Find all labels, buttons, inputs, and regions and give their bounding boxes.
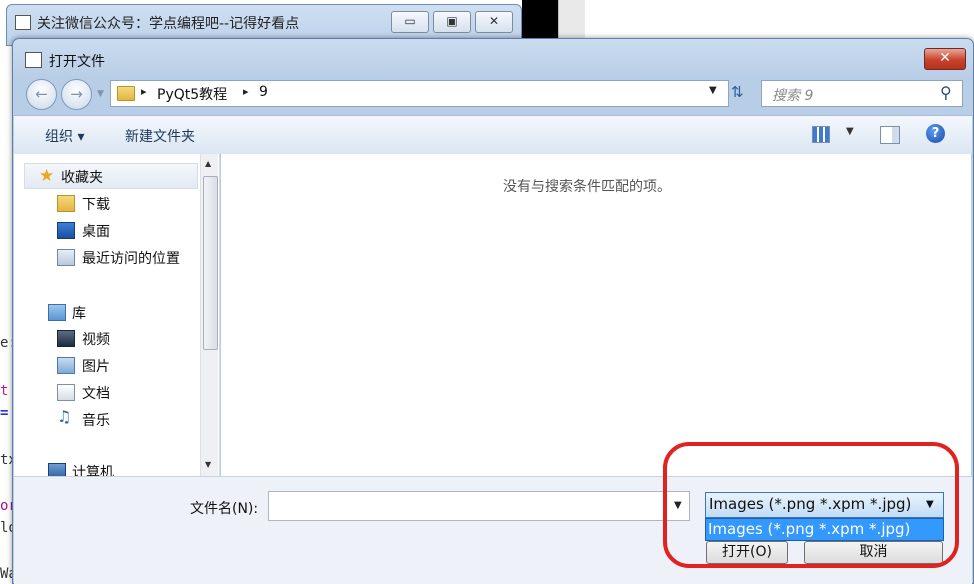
- background-gray-area: [558, 0, 585, 40]
- organize-menu-button[interactable]: 组织 ▾: [45, 126, 84, 146]
- nav-item-desktop[interactable]: 桌面: [57, 218, 247, 242]
- scroll-up-icon[interactable]: ▲: [205, 159, 211, 168]
- nav-label: 桌面: [82, 224, 110, 240]
- navigation-pane: ★ 收藏夹 下载 桌面 最近访问的位置 库 视频 图片 文档 ♫ 音乐 计算机 …: [14, 154, 220, 476]
- back-button[interactable]: ←: [26, 79, 57, 110]
- breadcrumb-pyqt5[interactable]: PyQt5教程: [157, 84, 227, 104]
- code-fragment: t: [0, 383, 9, 399]
- new-folder-button[interactable]: 新建文件夹: [125, 126, 195, 146]
- command-bar: 组织 ▾ 新建文件夹 ▼ ?: [14, 115, 972, 155]
- background-window-title: 关注微信公众号：学点编程吧--记得好看点: [37, 16, 300, 32]
- computer-icon: [48, 463, 66, 476]
- search-placeholder[interactable]: 搜索 9: [772, 85, 813, 105]
- breadcrumb-9[interactable]: 9: [259, 84, 268, 100]
- nav-label: 下载: [82, 197, 110, 213]
- refresh-icon[interactable]: ⇅: [731, 83, 744, 101]
- nav-item-downloads[interactable]: 下载: [57, 191, 247, 215]
- breadcrumb-separator[interactable]: ▸: [243, 85, 249, 98]
- code-fragment: =: [0, 405, 9, 421]
- breadcrumb-separator[interactable]: ▸: [141, 85, 147, 98]
- view-dropdown-icon[interactable]: ▼: [846, 126, 854, 137]
- dialog-app-icon: [25, 52, 42, 68]
- maximize-button[interactable]: ▣: [433, 11, 471, 33]
- nav-label: 最近访问的位置: [82, 251, 180, 267]
- background-close-button[interactable]: ✕: [475, 11, 513, 33]
- dialog-close-button[interactable]: ✕: [924, 48, 966, 70]
- address-dropdown-icon[interactable]: ▼: [709, 85, 717, 96]
- scroll-down-icon[interactable]: ▼: [205, 460, 211, 469]
- nav-scrollbar[interactable]: ▲ ▼: [200, 154, 218, 476]
- documents-icon: [57, 384, 75, 401]
- nav-item-documents[interactable]: 文档: [57, 380, 247, 404]
- nav-label: 库: [72, 306, 86, 322]
- search-box[interactable]: 搜索 9 ⚲: [761, 80, 963, 107]
- window-app-icon: [15, 15, 31, 30]
- recent-places-icon: [57, 249, 75, 266]
- filename-input[interactable]: ▼: [268, 491, 690, 521]
- nav-label: 文档: [82, 386, 110, 402]
- recent-locations-dropdown-icon[interactable]: ▼: [97, 89, 104, 99]
- search-icon[interactable]: ⚲: [940, 83, 952, 102]
- videos-icon: [57, 330, 75, 347]
- nav-item-favorites[interactable]: ★ 收藏夹: [24, 163, 198, 189]
- folder-icon: [117, 86, 135, 101]
- pictures-icon: [57, 357, 75, 374]
- downloads-folder-icon: [57, 195, 75, 212]
- nav-item-recent[interactable]: 最近访问的位置: [57, 245, 247, 269]
- dialog-title: 打开文件: [49, 54, 105, 70]
- desktop-icon: [57, 222, 75, 239]
- star-icon: ★: [39, 166, 55, 186]
- nav-item-pictures[interactable]: 图片: [57, 353, 247, 377]
- red-highlight-annotation: [663, 442, 959, 568]
- file-list[interactable]: 没有与搜索条件匹配的项。: [221, 154, 971, 476]
- help-icon[interactable]: ?: [926, 124, 945, 143]
- scrollbar-thumb[interactable]: [203, 176, 218, 350]
- nav-label: 视频: [82, 332, 110, 348]
- address-bar[interactable]: ▸ PyQt5教程 ▸ 9 ▼: [110, 80, 729, 107]
- nav-label: 音乐: [82, 413, 110, 429]
- preview-pane-icon[interactable]: [880, 126, 900, 144]
- nav-label: 图片: [82, 359, 110, 375]
- change-view-icon[interactable]: [812, 126, 830, 143]
- nav-item-videos[interactable]: 视频: [57, 326, 247, 350]
- forward-button[interactable]: →: [61, 79, 92, 110]
- libraries-icon: [48, 304, 66, 321]
- nav-label: 收藏夹: [61, 170, 103, 186]
- empty-message: 没有与搜索条件匹配的项。: [503, 179, 671, 195]
- music-icon: ♫: [57, 407, 72, 426]
- nav-item-music[interactable]: ♫ 音乐: [57, 407, 247, 431]
- nav-label: 计算机: [72, 465, 114, 476]
- minimize-button[interactable]: ▭: [391, 11, 429, 33]
- filename-label: 文件名(N):: [190, 501, 259, 517]
